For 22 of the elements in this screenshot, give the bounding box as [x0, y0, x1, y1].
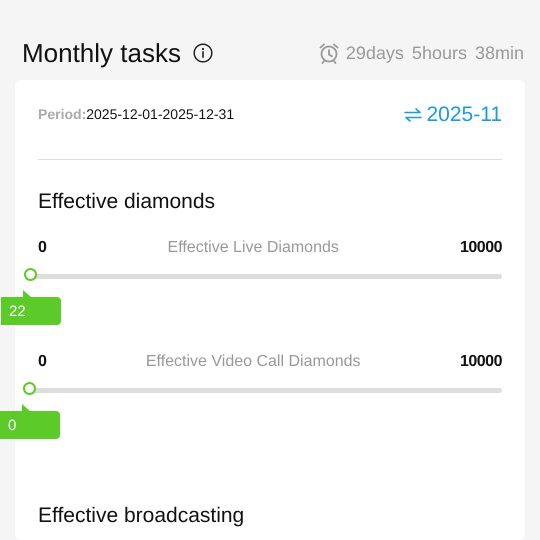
swap-arrows-icon: [404, 108, 422, 122]
min-value: 0: [38, 239, 46, 257]
value-tooltip: 22: [1, 297, 62, 325]
slider-label: Effective Video Call Diamonds: [146, 353, 361, 371]
value-tooltip: 0: [0, 411, 60, 439]
period-label: Period:: [38, 106, 86, 122]
slider-label: Effective Live Diamonds: [168, 239, 339, 257]
slider-thumb[interactable]: [24, 268, 38, 281]
max-value: 10000: [460, 239, 502, 257]
max-value: 10000: [460, 353, 502, 371]
info-icon[interactable]: [192, 43, 213, 63]
period-value: 2025-12-01-2025-12-31: [86, 106, 234, 122]
month-switch-button[interactable]: 2025-11: [404, 103, 502, 127]
alarm-clock-icon: [318, 42, 340, 64]
slider-thumb[interactable]: [23, 382, 36, 395]
tooltip-pointer: [22, 404, 30, 411]
section-title: Effective diamonds: [38, 190, 216, 214]
countdown-text: 29days 5hours 38min: [346, 42, 524, 64]
page-title: Monthly tasks: [22, 38, 181, 68]
section-title: Effective broadcasting: [38, 504, 246, 528]
tooltip-pointer: [23, 290, 32, 297]
min-value: 0: [38, 353, 46, 371]
